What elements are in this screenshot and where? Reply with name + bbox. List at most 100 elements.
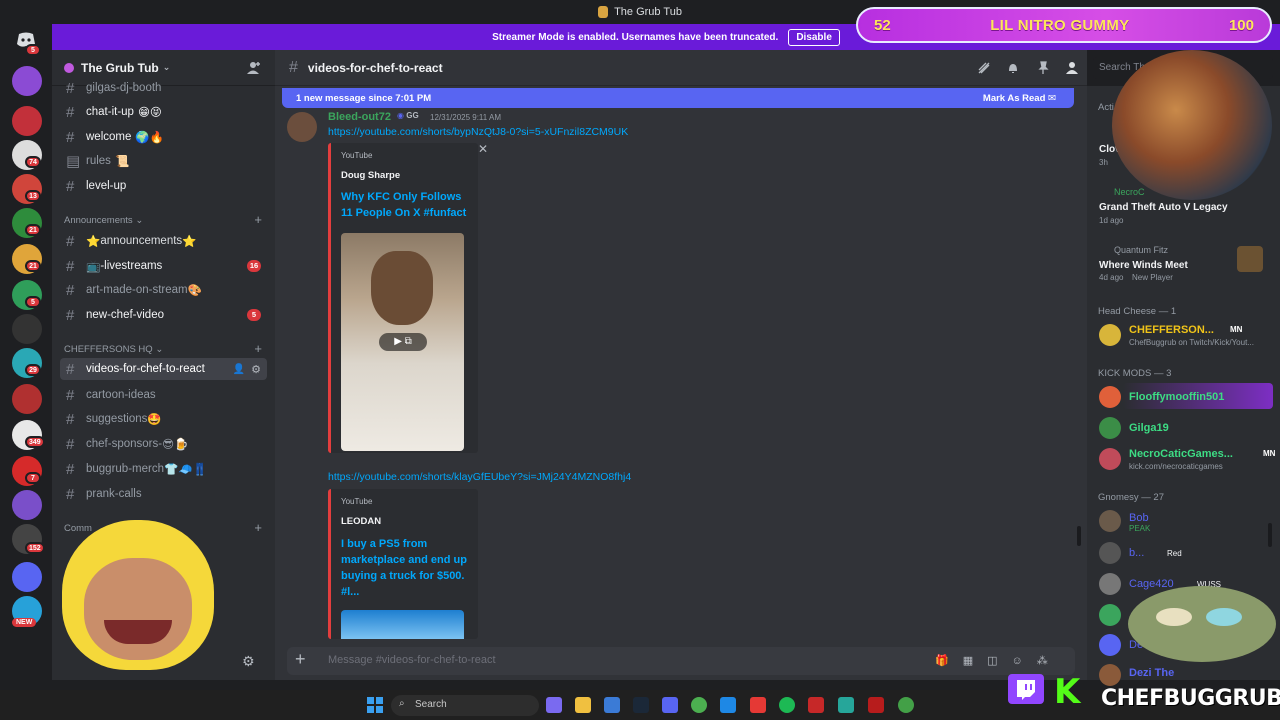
avatar[interactable] <box>1099 542 1121 564</box>
scrollbar-thumb[interactable] <box>1268 523 1272 547</box>
channel-item[interactable]: # new-chef-video 5 <box>60 304 267 326</box>
channel-item[interactable]: # chat-it-up 😁😝 <box>60 101 267 123</box>
avatar[interactable] <box>287 112 317 142</box>
avatar[interactable] <box>1099 604 1121 626</box>
store-icon[interactable] <box>604 697 620 713</box>
app-icon[interactable] <box>750 697 766 713</box>
play-button-icon[interactable]: ▶ ⧉ <box>379 333 427 351</box>
new-messages-text: 1 new message since 7:01 PM <box>296 92 432 104</box>
threads-icon[interactable] <box>977 61 991 75</box>
activity-user[interactable]: Quantum Fitz <box>1114 245 1168 255</box>
member-name[interactable]: Cage420 <box>1129 578 1174 590</box>
spotify-icon[interactable] <box>779 697 795 713</box>
channel-item-active[interactable]: # videos-for-chef-to-react 👤 ⚙ <box>60 358 267 380</box>
avatar[interactable] <box>1099 573 1121 595</box>
channel-item[interactable]: # level-up <box>60 175 267 197</box>
member-name[interactable]: Bob <box>1129 512 1149 524</box>
activity-game[interactable]: Grand Theft Auto V Legacy <box>1099 202 1228 213</box>
rail-badge: 74 <box>25 156 41 168</box>
chrome-icon[interactable] <box>898 697 914 713</box>
attach-plus-icon[interactable]: + <box>295 649 306 670</box>
hash-icon: # <box>66 360 75 378</box>
app-icon[interactable] <box>808 697 824 713</box>
avatar[interactable] <box>1099 448 1121 470</box>
app-icon[interactable] <box>838 697 854 713</box>
unread-badge: 5 <box>247 309 261 321</box>
app-icon[interactable] <box>868 697 884 713</box>
taskbar-search-label: Search <box>415 699 447 710</box>
member-badge: MN <box>1230 325 1243 334</box>
steam-icon[interactable] <box>633 697 649 713</box>
file-explorer-icon[interactable] <box>575 697 591 713</box>
avatar[interactable] <box>1099 634 1121 656</box>
message-link[interactable]: https://youtube.com/shorts/bypNzQtJ8-0?s… <box>328 126 628 138</box>
channel-item[interactable]: # welcome 🌍🔥 <box>60 126 267 148</box>
embed-title[interactable]: Why KFC Only Follows 11 People On X #fun… <box>341 189 471 221</box>
game-art-icon <box>1237 246 1263 272</box>
server-icon[interactable] <box>12 106 42 136</box>
user-settings-gear-icon[interactable]: ⚙ <box>242 653 255 670</box>
channel-item[interactable]: # 📺 -livestreams 16 <box>60 255 267 277</box>
channel-item[interactable]: # gilgas-dj-booth <box>60 77 267 99</box>
add-member-icon[interactable] <box>247 61 261 75</box>
server-icon[interactable] <box>12 314 42 344</box>
channel-item[interactable]: # cartoon-ideas <box>60 384 267 406</box>
bell-icon[interactable] <box>1006 61 1020 75</box>
avatar[interactable] <box>1099 664 1121 686</box>
chrome-icon[interactable] <box>691 697 707 713</box>
composer-placeholder: Message #videos-for-chef-to-react <box>328 654 496 666</box>
scrollbar-thumb[interactable] <box>1077 526 1081 546</box>
composer-tools-icon[interactable]: 🎁▦◫☺⁂ <box>935 654 1062 667</box>
member-name[interactable]: Flooffymooffin501 <box>1129 391 1224 403</box>
gear-icon[interactable]: ⚙ <box>251 363 261 376</box>
embed-author[interactable]: LEODAN <box>341 516 381 527</box>
invite-icon[interactable]: 👤 <box>233 364 245 375</box>
message-composer[interactable]: + Message #videos-for-chef-to-react 🎁▦◫☺… <box>287 647 1075 675</box>
avatar[interactable] <box>1099 386 1121 408</box>
embed-title[interactable]: I buy a PS5 from marketplace and end up … <box>341 536 471 600</box>
member-name[interactable]: CHEFFERSON... <box>1129 324 1214 336</box>
channel-item[interactable]: # buggrub-merch 👕🧢👖 <box>60 458 267 480</box>
member-name[interactable]: Dezi The <box>1129 667 1174 679</box>
embed-author[interactable]: Doug Sharpe <box>341 170 400 181</box>
mark-read-label: Mark As Read <box>982 92 1046 104</box>
message-link[interactable]: https://youtube.com/shorts/klayGfEUbeY?s… <box>328 471 631 483</box>
avatar[interactable] <box>1099 510 1121 532</box>
activity-user[interactable]: NecroC <box>1114 187 1145 197</box>
avatar[interactable] <box>1099 324 1121 346</box>
server-icon[interactable] <box>12 490 42 520</box>
avatar[interactable] <box>1099 417 1121 439</box>
channel-item[interactable]: ▤ rules 📜 <box>60 150 267 172</box>
add-channel-icon[interactable]: + <box>254 341 262 356</box>
message-author[interactable]: Bleed-out72 <box>328 111 391 123</box>
channel-item[interactable]: # suggestions 🤩 <box>60 408 267 430</box>
mark-as-read-button[interactable]: Mark As Read ✉ <box>983 93 1056 104</box>
disable-streamer-mode-button[interactable]: Disable <box>788 28 840 46</box>
discord-icon[interactable] <box>662 697 678 713</box>
category-hq[interactable]: CHEFFERSONS HQ ⌄ + <box>64 341 264 356</box>
new-messages-bar[interactable]: 1 new message since 7:01 PM Mark As Read… <box>282 88 1074 108</box>
channel-item[interactable]: # prank-calls <box>60 483 267 505</box>
copilot-icon[interactable] <box>546 697 562 713</box>
activity-game[interactable]: Where Winds Meet <box>1099 260 1188 271</box>
channel-item[interactable]: # ⭐ announcements ⭐ <box>60 230 267 252</box>
category-announcements[interactable]: Announcements ⌄ + <box>64 212 264 227</box>
add-channel-icon[interactable]: + <box>254 520 262 535</box>
pin-icon[interactable] <box>1036 61 1050 75</box>
member-name[interactable]: NecroCaticGames... <box>1129 448 1233 460</box>
battlenet-icon[interactable] <box>720 697 736 713</box>
server-icon[interactable] <box>12 562 42 592</box>
server-icon[interactable] <box>12 66 42 96</box>
member-list-icon[interactable] <box>1065 61 1079 75</box>
video-thumbnail[interactable] <box>341 610 464 639</box>
windows-start-icon[interactable] <box>367 697 383 713</box>
video-thumbnail[interactable]: ▶ ⧉ <box>341 233 464 451</box>
close-icon[interactable]: ✕ <box>478 142 488 156</box>
server-icon[interactable] <box>12 384 42 414</box>
member-name[interactable]: Gilga19 <box>1129 422 1169 434</box>
add-channel-icon[interactable]: + <box>254 212 262 227</box>
channel-item[interactable]: # art-made-on-stream 🎨 <box>60 279 267 301</box>
taskbar-search[interactable]: ⌕ Search <box>391 695 539 716</box>
member-name[interactable]: b... <box>1129 547 1144 559</box>
channel-item[interactable]: # chef-sponsors- 😎🍺 <box>60 433 267 455</box>
